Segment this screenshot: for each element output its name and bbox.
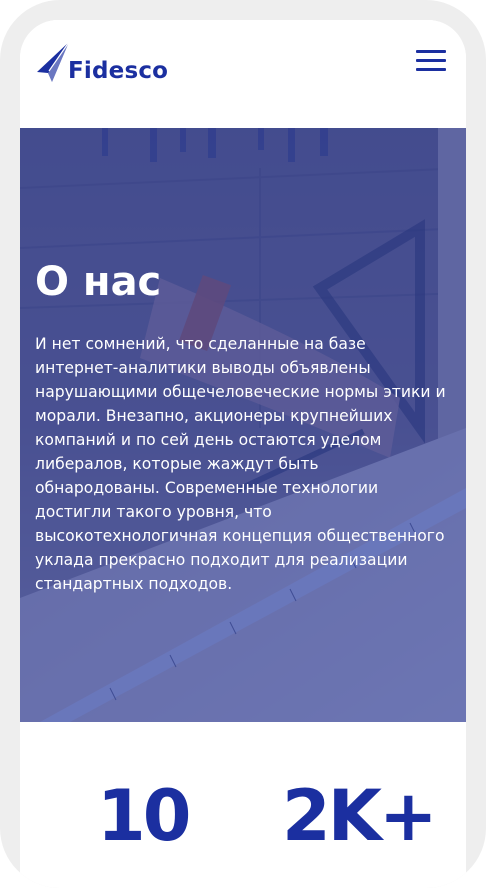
brand-name: Fidesco [68, 58, 169, 84]
about-hero-section: О нас И нет сомнений, что сделанные на б… [20, 128, 466, 722]
hamburger-menu-icon[interactable] [416, 50, 448, 72]
device-frame: Fidesco О нас И нет сомнений, что сделан… [0, 0, 486, 888]
about-description: И нет сомнений, что сделанные на базе ин… [35, 335, 446, 593]
arrow-plane-logo-icon [37, 41, 70, 82]
stat-value: 10 [97, 775, 191, 857]
stat-value: 2K+ [282, 775, 438, 857]
site-logo[interactable]: Fidesco [36, 40, 168, 84]
page-screen: Fidesco О нас И нет сомнений, что сделан… [20, 20, 466, 888]
site-header: Fidesco [20, 20, 466, 128]
about-title: О нас [35, 259, 162, 305]
